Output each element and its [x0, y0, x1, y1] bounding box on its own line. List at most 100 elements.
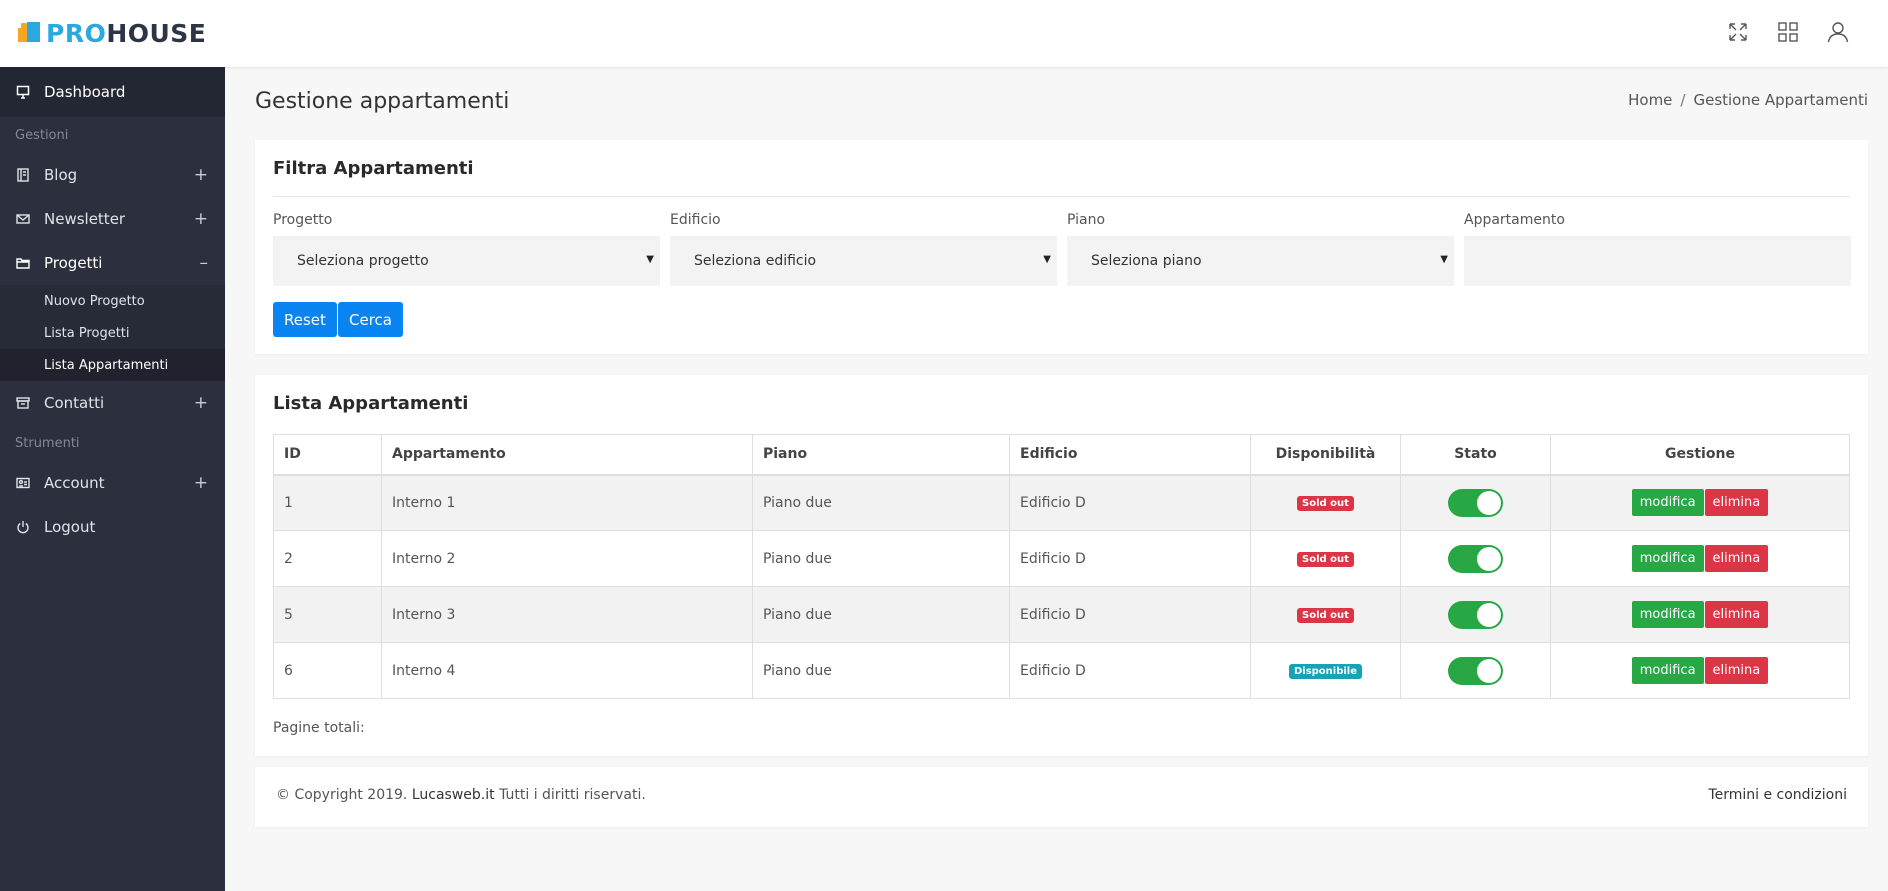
cell-gestione: modifica elimina	[1550, 642, 1850, 699]
edificio-label: Edificio	[670, 212, 721, 228]
cell-appartamento: Interno 2	[381, 530, 753, 587]
terms-link[interactable]: Termini e condizioni	[1708, 787, 1847, 803]
cell-id: 2	[273, 530, 382, 587]
logo[interactable]: PROHOUSE	[18, 18, 206, 48]
modifica-button[interactable]: modifica	[1631, 545, 1704, 572]
appartamento-label: Appartamento	[1464, 212, 1565, 228]
reset-button[interactable]: Reset	[273, 302, 337, 337]
table-row: 6 Interno 4 Piano due Edificio D Disponi…	[273, 642, 1850, 699]
collapse-icon: –	[199, 253, 209, 273]
cell-appartamento: Interno 1	[381, 474, 753, 531]
cell-piano: Piano due	[752, 474, 1010, 531]
power-icon	[15, 519, 31, 535]
user-icon[interactable]	[1826, 20, 1850, 44]
expand-icon: +	[193, 393, 208, 413]
sidebar-item-dashboard[interactable]: Dashboard	[0, 67, 225, 117]
cell-disponibilita: Sold out	[1250, 474, 1401, 531]
breadcrumb: Home / Gestione Appartamenti	[1628, 91, 1868, 109]
stato-toggle[interactable]	[1448, 600, 1503, 629]
column-header-piano[interactable]: Piano	[752, 434, 1010, 476]
cell-disponibilita: Disponibile	[1250, 642, 1401, 699]
stato-toggle[interactable]	[1448, 488, 1503, 517]
edificio-select[interactable]: Seleziona edificio ▼	[670, 236, 1057, 286]
breadcrumb-current: Gestione Appartamenti	[1693, 91, 1868, 109]
modifica-button[interactable]: modifica	[1631, 489, 1704, 517]
book-icon	[15, 167, 31, 183]
table-header-row: ID Appartamento Piano Edificio Disponibi…	[273, 434, 1850, 476]
list-card: Lista Appartamenti ID Appartamento Piano…	[255, 375, 1868, 756]
sidebar-item-label: Dashboard	[44, 83, 126, 101]
sidebar-subitem-nuovo-progetto[interactable]: Nuovo Progetto	[0, 285, 225, 317]
pagine-totali: Pagine totali:	[273, 720, 365, 736]
sidebar-subitem-lista-progetti[interactable]: Lista Progetti	[0, 317, 225, 349]
cell-gestione: modifica elimina	[1550, 586, 1850, 643]
copyright-text: © Copyright 2019.	[276, 787, 408, 803]
cell-piano: Piano due	[752, 530, 1010, 587]
column-header-appartamento[interactable]: Appartamento	[381, 434, 753, 476]
sidebar-item-logout[interactable]: Logout	[0, 505, 225, 549]
edificio-select-value: Seleziona edificio	[694, 253, 817, 269]
sidebar: Dashboard Gestioni Blog + Newsletter + P…	[0, 67, 225, 891]
elimina-button[interactable]: elimina	[1704, 601, 1769, 628]
table-row: 5 Interno 3 Piano due Edificio D Sold ou…	[273, 586, 1850, 643]
cell-appartamento: Interno 3	[381, 586, 753, 643]
page-title: Gestione appartamenti	[255, 89, 510, 114]
list-title: Lista Appartamenti	[273, 393, 469, 414]
caret-down-icon: ▼	[1043, 254, 1051, 265]
cell-disponibilita: Sold out	[1250, 530, 1401, 587]
stato-toggle[interactable]	[1448, 656, 1503, 685]
status-badge: Sold out	[1297, 608, 1354, 623]
stato-toggle[interactable]	[1448, 544, 1503, 573]
sidebar-item-contatti[interactable]: Contatti +	[0, 381, 225, 425]
sidebar-section-gestioni: Gestioni	[15, 127, 69, 143]
appartamento-field: Appartamento	[1464, 212, 1851, 286]
modifica-button[interactable]: modifica	[1631, 601, 1704, 628]
appartamento-input[interactable]	[1464, 236, 1851, 286]
modifica-button[interactable]: modifica	[1631, 657, 1704, 684]
column-header-gestione[interactable]: Gestione	[1550, 434, 1850, 476]
table-row: 2 Interno 2 Piano due Edificio D Sold ou…	[273, 530, 1850, 587]
breadcrumb-home[interactable]: Home	[1628, 91, 1672, 109]
sidebar-item-account[interactable]: Account +	[0, 461, 225, 505]
elimina-button[interactable]: elimina	[1704, 489, 1769, 517]
footer: © Copyright 2019. Lucasweb.it Tutti i di…	[255, 767, 1868, 827]
sidebar-item-blog[interactable]: Blog +	[0, 153, 225, 197]
apps-grid-icon[interactable]	[1776, 20, 1800, 44]
column-header-id[interactable]: ID	[273, 434, 382, 476]
id-card-icon	[15, 475, 31, 491]
cell-edificio: Edificio D	[1009, 530, 1251, 587]
rights-text: Tutti i diritti riservati.	[499, 787, 646, 803]
column-header-disponibilita[interactable]: Disponibilità	[1250, 434, 1401, 476]
progetto-select[interactable]: Seleziona progetto ▼	[273, 236, 660, 286]
top-bar: PROHOUSE	[0, 0, 1888, 67]
column-header-stato[interactable]: Stato	[1400, 434, 1551, 476]
cell-appartamento: Interno 4	[381, 642, 753, 699]
status-badge: Sold out	[1297, 496, 1354, 512]
cell-gestione: modifica elimina	[1550, 530, 1850, 587]
sidebar-item-label: Progetti	[44, 254, 103, 272]
progetto-label: Progetto	[273, 212, 333, 228]
cerca-button[interactable]: Cerca	[338, 302, 403, 337]
sidebar-subitem-lista-appartamenti[interactable]: Lista Appartamenti	[0, 349, 225, 381]
breadcrumb-separator: /	[1680, 91, 1686, 109]
logo-mark-icon	[18, 20, 42, 46]
elimina-button[interactable]: elimina	[1704, 657, 1769, 684]
sidebar-item-progetti[interactable]: Progetti –	[0, 241, 225, 285]
fullscreen-icon[interactable]	[1726, 20, 1750, 44]
monitor-icon	[15, 84, 31, 100]
cell-gestione: modifica elimina	[1550, 474, 1850, 531]
status-badge: Sold out	[1297, 552, 1354, 567]
elimina-button[interactable]: elimina	[1704, 545, 1769, 572]
filter-card: Filtra Appartamenti Progetto Seleziona p…	[255, 140, 1868, 354]
cell-disponibilita: Sold out	[1250, 586, 1401, 643]
sidebar-item-label: Blog	[44, 166, 78, 184]
envelope-icon	[15, 211, 31, 227]
cell-piano: Piano due	[752, 642, 1010, 699]
cell-stato	[1400, 530, 1551, 587]
column-header-edificio[interactable]: Edificio	[1009, 434, 1251, 476]
footer-brand-link[interactable]: Lucasweb.it	[412, 787, 495, 803]
cell-edificio: Edificio D	[1009, 586, 1251, 643]
piano-select[interactable]: Seleziona piano ▼	[1067, 236, 1454, 286]
sidebar-item-newsletter[interactable]: Newsletter +	[0, 197, 225, 241]
caret-down-icon: ▼	[1440, 254, 1448, 265]
